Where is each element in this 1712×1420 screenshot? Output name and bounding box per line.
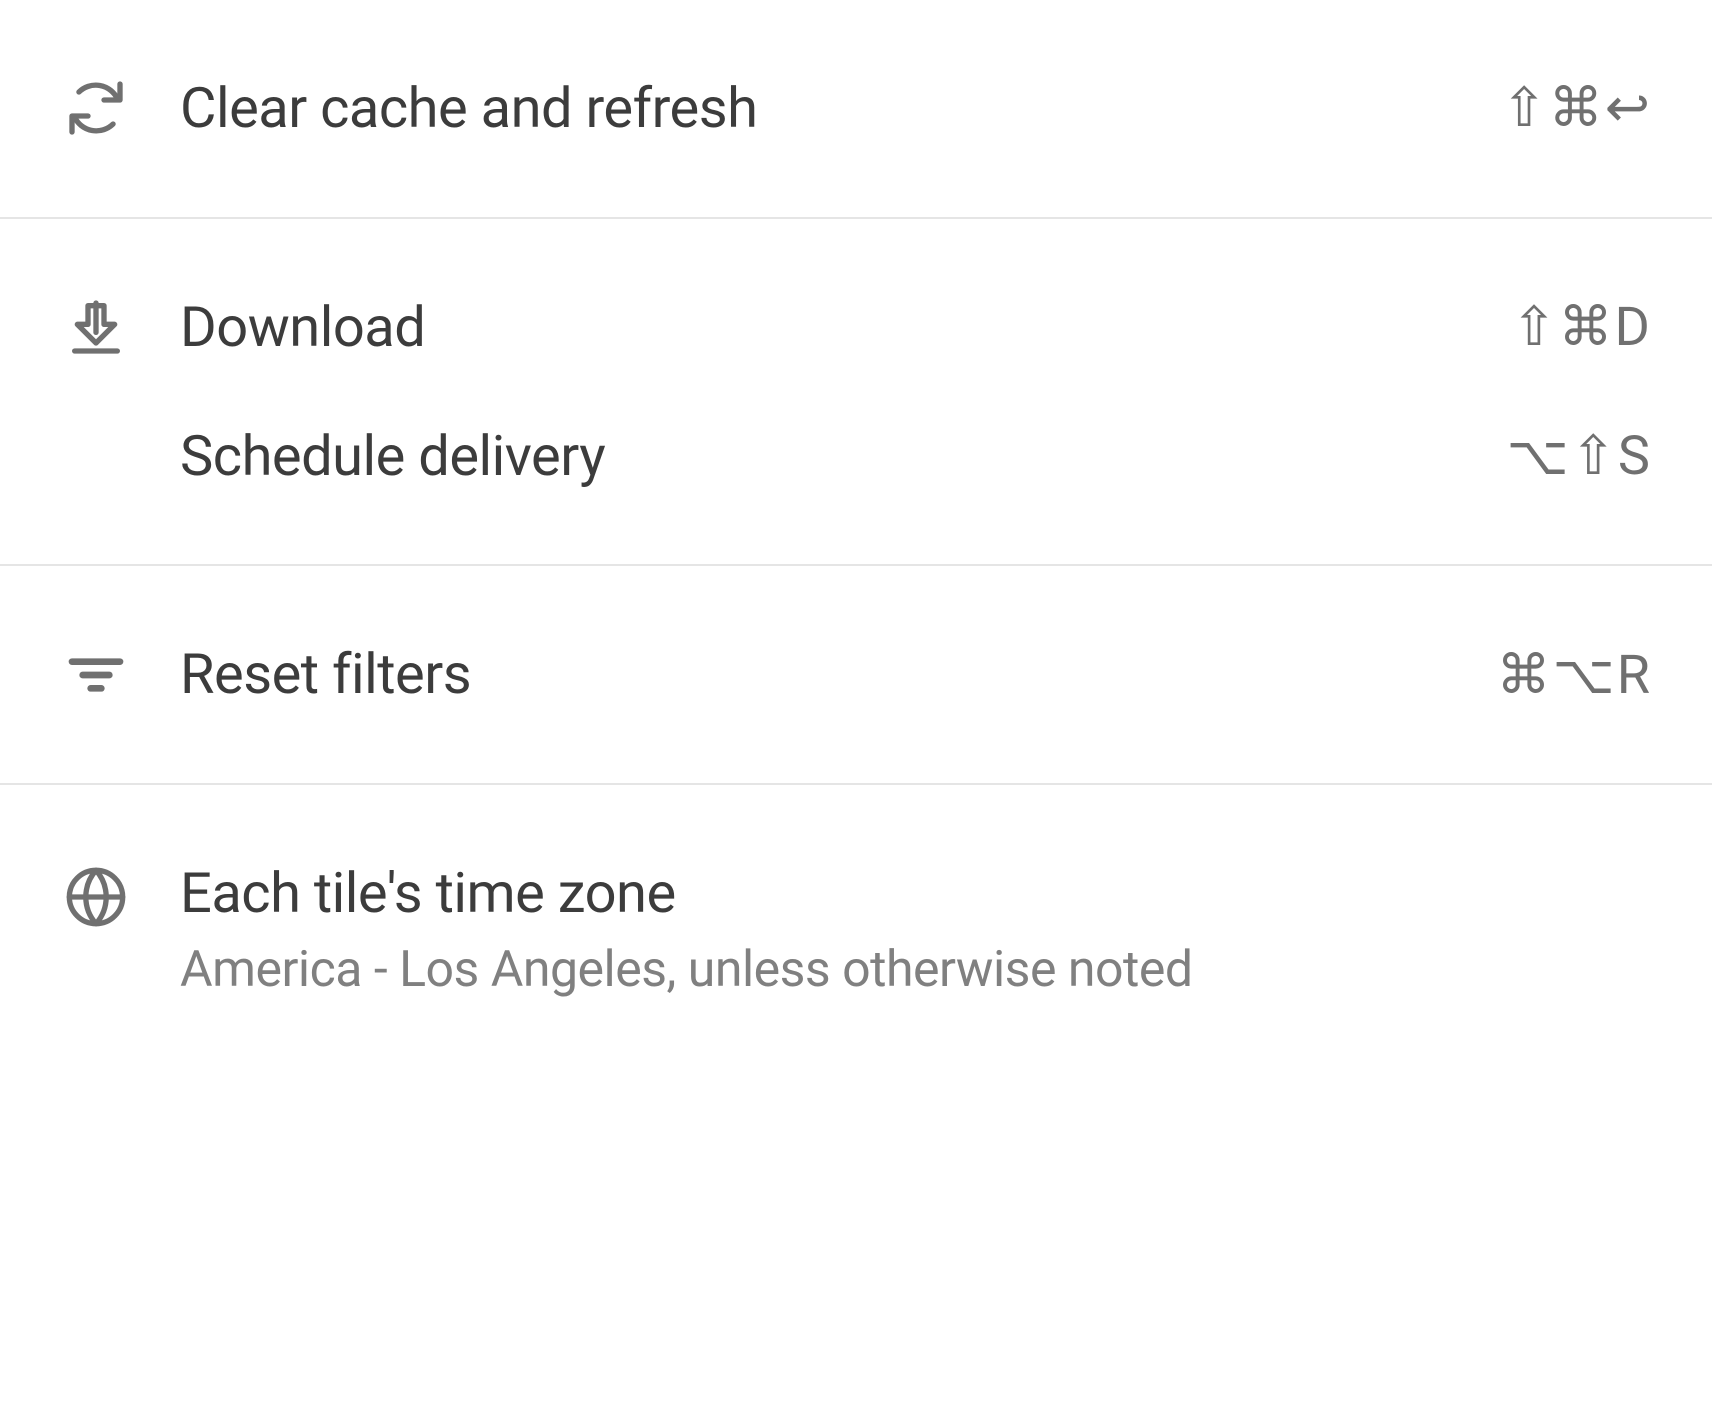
blank-icon: [60, 420, 132, 492]
menu-item-clear-cache[interactable]: Clear cache and refresh ⇧⌘↩: [0, 44, 1712, 173]
keyboard-shortcut: ⌥⇧S: [1506, 424, 1652, 488]
menu-section: Download ⇧⌘D Schedule delivery ⌥⇧S: [0, 219, 1712, 567]
menu-item-schedule-delivery[interactable]: Schedule delivery ⌥⇧S: [0, 392, 1712, 521]
download-icon: [60, 291, 132, 363]
menu-item-label: Download: [180, 291, 1471, 364]
menu-item-sublabel: America - Los Angeles, unless otherwise …: [180, 938, 1652, 1003]
filter-icon: [60, 639, 132, 711]
menu-item-download[interactable]: Download ⇧⌘D: [0, 263, 1712, 392]
menu-item-text: Each tile's time zone America - Los Ange…: [180, 857, 1652, 1003]
menu-item-label: Reset filters: [180, 638, 1456, 711]
menu-item-label: Each tile's time zone: [180, 857, 1652, 930]
menu-section: Clear cache and refresh ⇧⌘↩: [0, 0, 1712, 219]
globe-icon: [60, 861, 132, 933]
refresh-icon: [60, 72, 132, 144]
menu-item-text: Schedule delivery: [180, 420, 1466, 493]
menu-section: Each tile's time zone America - Los Ange…: [0, 785, 1712, 1075]
menu-item-text: Clear cache and refresh: [180, 72, 1462, 145]
keyboard-shortcut: ⇧⌘↩: [1502, 76, 1653, 140]
menu-item-timezone[interactable]: Each tile's time zone America - Los Ange…: [0, 829, 1712, 1031]
keyboard-shortcut: ⇧⌘D: [1511, 295, 1652, 359]
menu-section: Reset filters ⌘⌥R: [0, 566, 1712, 785]
keyboard-shortcut: ⌘⌥R: [1496, 643, 1652, 707]
menu-item-text: Reset filters: [180, 638, 1456, 711]
menu-item-label: Clear cache and refresh: [180, 72, 1462, 145]
menu-item-reset-filters[interactable]: Reset filters ⌘⌥R: [0, 610, 1712, 739]
menu-item-label: Schedule delivery: [180, 420, 1466, 493]
dropdown-menu: Clear cache and refresh ⇧⌘↩ Download ⇧⌘D: [0, 0, 1712, 1075]
menu-item-text: Download: [180, 291, 1471, 364]
